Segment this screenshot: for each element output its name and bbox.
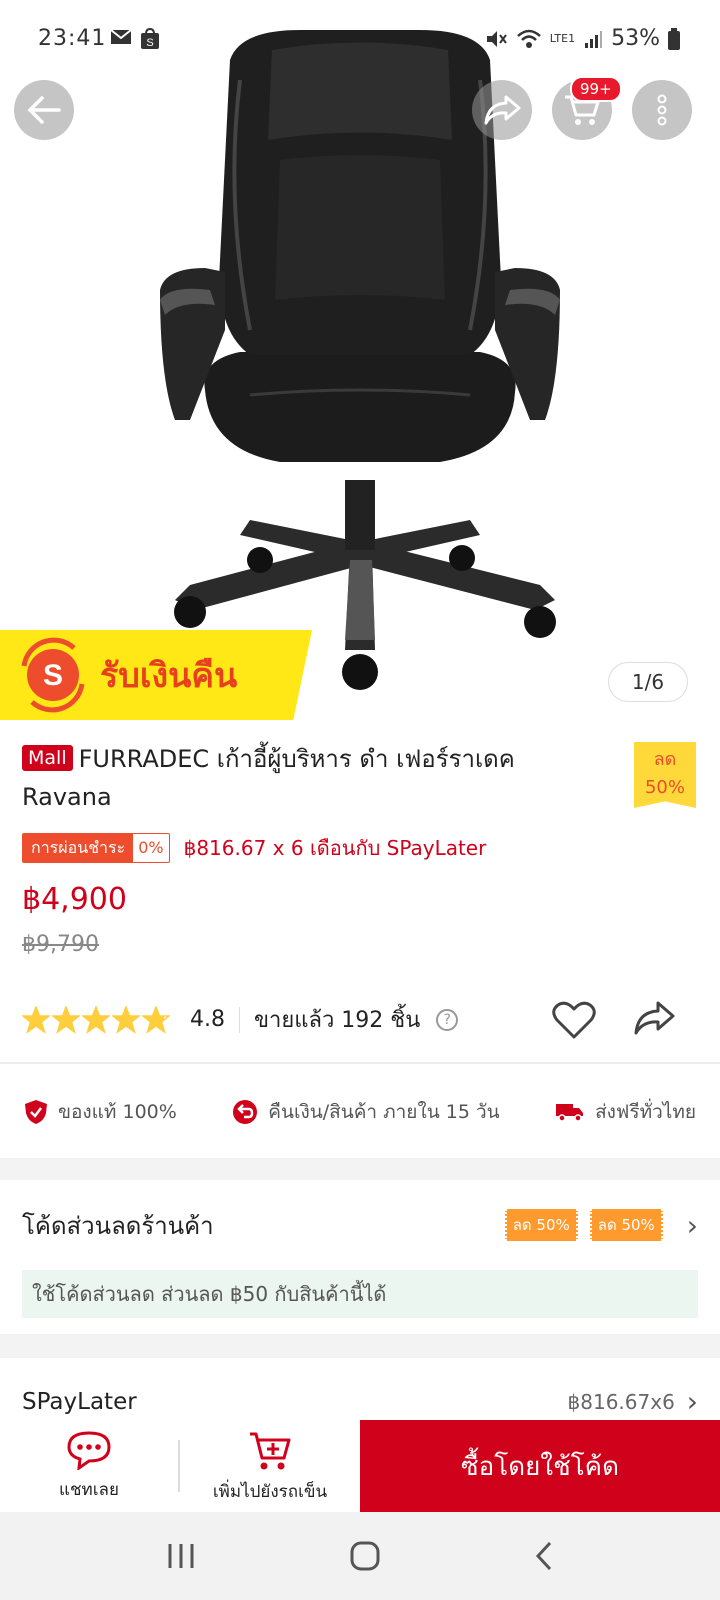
mute-icon xyxy=(486,30,507,47)
add-to-cart-button[interactable]: เพิ่มไปยังรถเข็น xyxy=(180,1420,360,1512)
guarantee-return-label: คืนเงิน/สินค้า ภายใน 15 วัน xyxy=(268,1101,500,1123)
voucher-tag: ลด 50% xyxy=(504,1209,578,1241)
cart-button[interactable]: 99+ xyxy=(552,76,622,140)
guarantee-row[interactable]: ของแท้ 100% คืนเงิน/สินค้า ภายใน 15 วัน … xyxy=(0,1082,720,1142)
product-title: FURRADEC เก้าอี้ผู้บริหาร ดำ เฟอร์ราเดค … xyxy=(22,745,515,811)
battery-icon xyxy=(668,27,680,50)
system-nav-bar xyxy=(0,1512,720,1600)
heart-icon xyxy=(552,1001,596,1039)
more-vertical-icon xyxy=(657,94,667,126)
add-cart-icon xyxy=(250,1432,291,1469)
product-photo-office-chair xyxy=(160,30,560,690)
installment-rate: 0% xyxy=(138,838,164,857)
current-price: ฿4,900 xyxy=(22,882,127,917)
guarantee-authentic-label: ของแท้ 100% xyxy=(58,1101,177,1123)
help-icon[interactable]: ? xyxy=(436,1008,459,1031)
share-product-button[interactable] xyxy=(632,1000,676,1040)
mall-badge: Mall xyxy=(22,745,73,771)
shopee-bag-icon: S xyxy=(141,28,159,49)
add-to-cart-label: เพิ่มไปยังรถเข็น xyxy=(212,1481,328,1502)
status-time: 23:41 xyxy=(38,26,107,51)
product-image-gallery[interactable]: 23:41 S LTE1 53% 99+ S รับเงินคืน 1/6 xyxy=(0,0,720,720)
rating-stars xyxy=(22,1005,170,1034)
back-nav-icon[interactable] xyxy=(534,1540,554,1572)
star-icon xyxy=(52,1005,80,1034)
original-price: ฿9,790 xyxy=(22,932,99,957)
chevron-right-icon: › xyxy=(686,1385,698,1418)
star-icon xyxy=(82,1005,110,1034)
chat-button[interactable]: แชทเลย xyxy=(0,1420,178,1512)
chat-bubble-icon xyxy=(67,1430,111,1470)
share-arrow-icon xyxy=(634,1001,675,1035)
return-icon xyxy=(233,1100,258,1124)
arrow-left-icon xyxy=(27,96,61,124)
guarantee-authentic: ของแท้ 100% xyxy=(24,1097,177,1127)
status-bar: 23:41 S LTE1 53% xyxy=(0,0,720,80)
bottom-action-bar: แชทเลย เพิ่มไปยังรถเข็น ซื้อโดยใช้โค้ด xyxy=(0,1420,720,1512)
chat-label: แชทเลย xyxy=(59,1479,119,1500)
back-button[interactable] xyxy=(14,80,74,140)
guarantee-shipping-label: ส่งฟรีทั่วไทย xyxy=(595,1101,696,1123)
network-type: LTE1 xyxy=(549,32,576,45)
cashback-banner: S รับเงินคืน xyxy=(0,630,312,720)
installment-label: การผ่อนชำระ xyxy=(23,834,134,862)
buy-with-code-button[interactable]: ซื้อโดยใช้โค้ด xyxy=(360,1420,720,1512)
rating-value: 4.8 xyxy=(190,1007,225,1032)
installment-text: ฿816.67 x 6 เดือนกับ SPayLater xyxy=(183,836,487,860)
star-icon xyxy=(142,1005,170,1034)
discount-label: ลด xyxy=(653,749,677,770)
star-icon xyxy=(112,1005,140,1034)
installment-badge: การผ่อนชำระ 0% xyxy=(22,833,170,863)
spaylater-label: SPayLater xyxy=(22,1388,137,1415)
signal-icon xyxy=(585,30,603,48)
cashback-text: รับเงินคืน xyxy=(100,656,238,696)
voucher-title: โค้ดส่วนลดร้านค้า xyxy=(22,1211,214,1240)
sold-count: ขายแล้ว 192 ชิ้น xyxy=(254,1008,421,1033)
svg-text:S: S xyxy=(146,37,153,49)
share-arrow-icon xyxy=(484,95,521,125)
spaylater-value: ฿816.67x6 xyxy=(567,1389,675,1414)
discount-tag: ลด 50% xyxy=(634,742,696,808)
favorite-button[interactable] xyxy=(552,1000,596,1044)
cart-count-badge: 99+ xyxy=(570,76,622,102)
guarantee-shipping: ส่งฟรีทั่วไทย xyxy=(555,1097,696,1127)
battery-percent: 53% xyxy=(611,26,660,51)
image-counter: 1/6 xyxy=(608,662,688,702)
shop-voucher-row[interactable]: โค้ดส่วนลดร้านค้า ลด 50% ลด 50% › xyxy=(22,1205,698,1245)
mail-icon xyxy=(110,29,132,44)
star-icon xyxy=(22,1005,50,1034)
guarantee-return: คืนเงิน/สินค้า ภายใน 15 วัน xyxy=(232,1097,500,1127)
voucher-tag: ลด 50% xyxy=(589,1209,663,1241)
chevron-right-icon: › xyxy=(686,1208,698,1242)
home-icon[interactable] xyxy=(349,1540,381,1572)
installment-row[interactable]: การผ่อนชำระ 0% ฿816.67 x 6 เดือนกับ SPay… xyxy=(22,832,486,864)
recent-apps-icon[interactable] xyxy=(166,1542,196,1570)
shopee-coin-icon: S xyxy=(21,637,85,713)
wifi-icon xyxy=(516,29,541,48)
discount-value: 50% xyxy=(644,777,685,798)
rating-row[interactable]: 4.8 ขายแล้ว 192 ชิ้น ? xyxy=(22,1002,459,1037)
more-options-button[interactable] xyxy=(632,80,692,140)
cashback-logo-letter: S xyxy=(43,659,63,692)
voucher-note: ใช้โค้ดส่วนลด ส่วนลด ฿50 กับสินค้านี้ได้ xyxy=(22,1270,698,1318)
product-title-row: Mall FURRADEC เก้าอี้ผู้บริหาร ดำ เฟอร์รา… xyxy=(22,740,602,816)
truck-icon xyxy=(556,1104,584,1122)
share-button[interactable] xyxy=(472,80,532,140)
shield-check-icon xyxy=(25,1100,47,1124)
spaylater-row[interactable]: SPayLater ฿816.67x6 › xyxy=(22,1385,698,1418)
